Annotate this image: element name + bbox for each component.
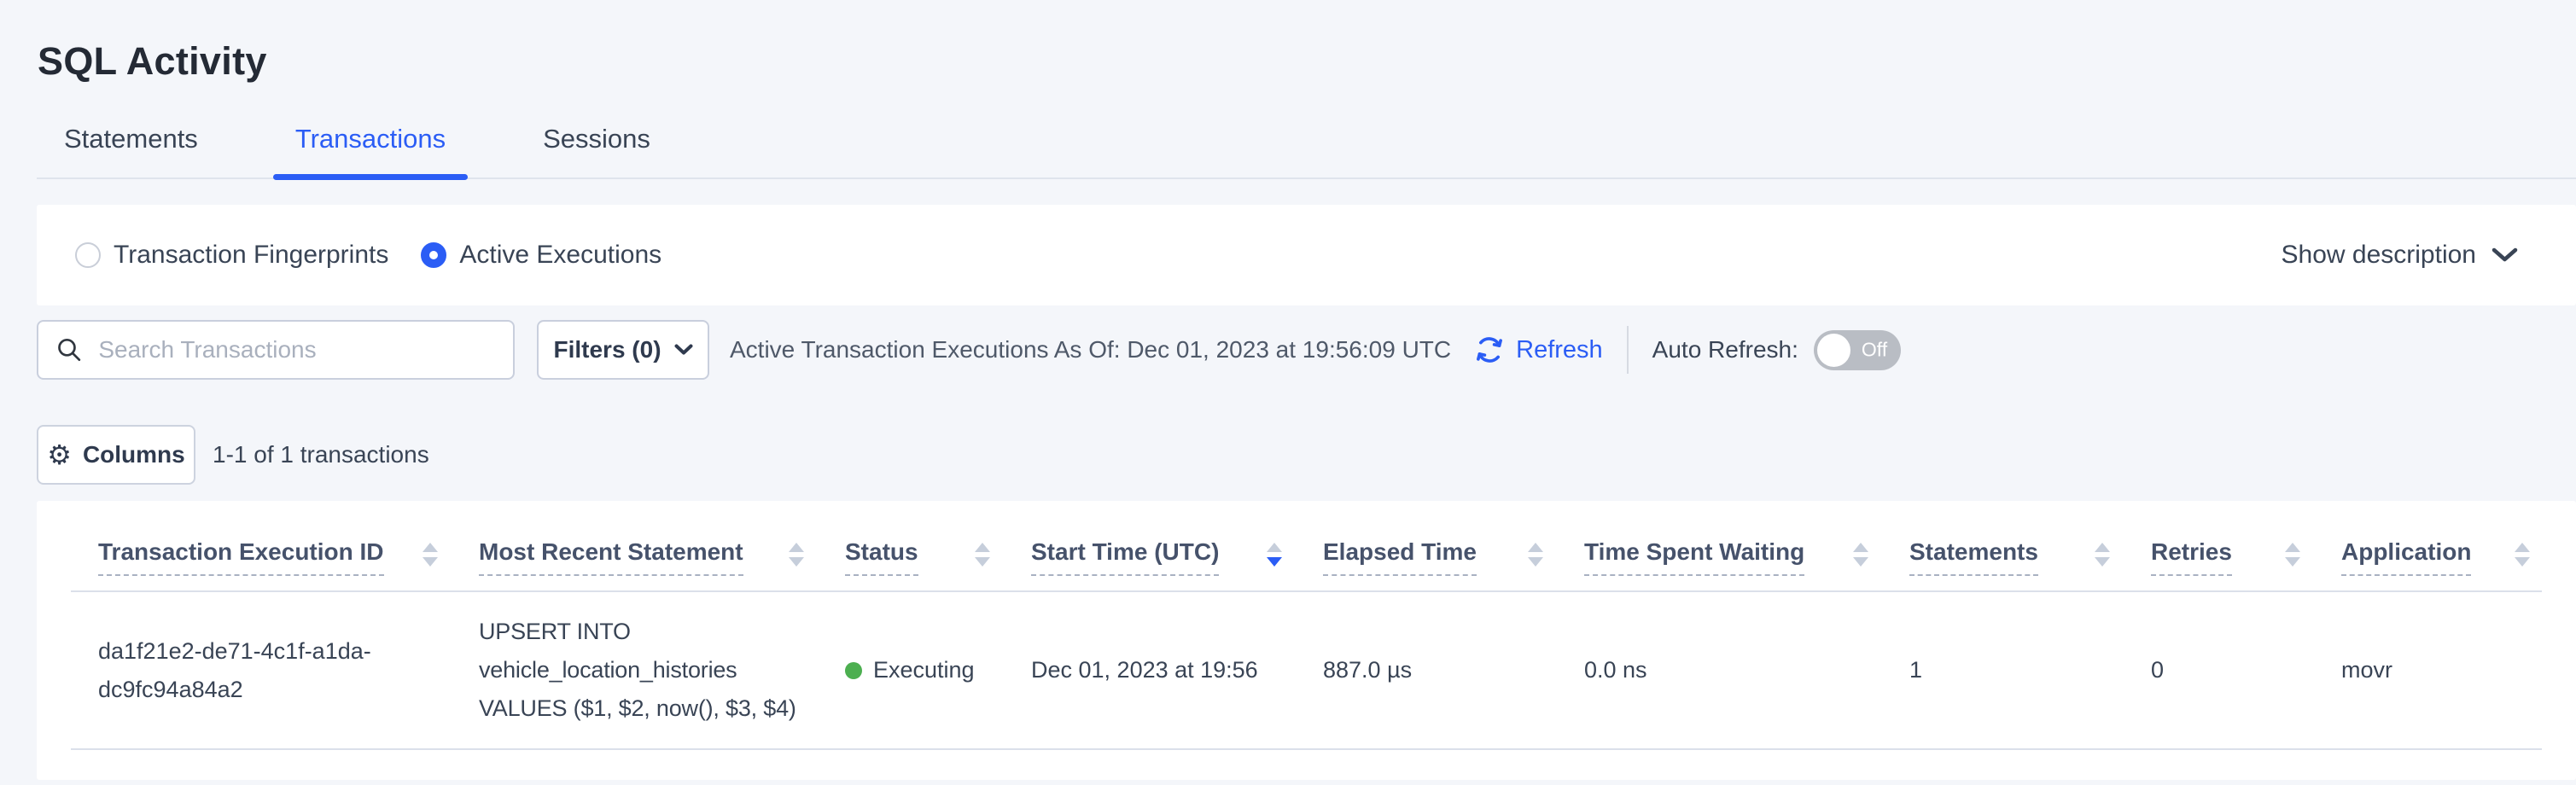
auto-refresh-label: Auto Refresh:: [1652, 336, 1798, 363]
chevron-down-icon: [2491, 247, 2518, 263]
toolbar-divider: [1627, 326, 1629, 374]
radio-label: Active Executions: [459, 241, 661, 270]
search-input[interactable]: [96, 335, 496, 364]
sort-arrows[interactable]: [423, 543, 438, 567]
search-icon: [55, 334, 83, 365]
as-of-timestamp: Active Transaction Executions As Of: Dec…: [730, 336, 1451, 363]
sort-desc-icon[interactable]: [1528, 557, 1543, 567]
tab-statements[interactable]: Statements: [42, 124, 220, 177]
cell-transaction-execution-id[interactable]: da1f21e2-de71-4c1f-a1da-dc9fc94a84a2: [98, 632, 479, 709]
table-row[interactable]: da1f21e2-de71-4c1f-a1da-dc9fc94a84a2 UPS…: [71, 592, 2542, 750]
auto-refresh-toggle[interactable]: Off: [1814, 330, 1901, 370]
sort-arrows[interactable]: [789, 543, 804, 567]
toolbar: Filters (0) Active Transaction Execution…: [37, 320, 2539, 380]
tab-sessions[interactable]: Sessions: [521, 124, 673, 177]
sort-desc-icon[interactable]: [423, 557, 438, 567]
table-controls: ⚙ Columns 1-1 of 1 transactions: [37, 425, 429, 485]
radio-unselected-icon[interactable]: [75, 242, 101, 268]
sort-arrows[interactable]: [1853, 543, 1868, 567]
sort-asc-icon[interactable]: [1853, 543, 1868, 552]
results-count: 1-1 of 1 transactions: [213, 441, 429, 468]
cell-elapsed-time: 887.0 µs: [1323, 651, 1584, 689]
cell-statements: 1: [1909, 651, 2151, 689]
sort-desc-icon[interactable]: [2515, 557, 2530, 567]
sort-asc-icon[interactable]: [2095, 543, 2110, 552]
transactions-table: Transaction Execution ID Most Recent Sta…: [37, 501, 2576, 780]
column-header-most-recent-statement[interactable]: Most Recent Statement: [479, 538, 845, 590]
table-inner: Transaction Execution ID Most Recent Sta…: [71, 501, 2542, 750]
cell-start-time: Dec 01, 2023 at 19:56: [1031, 651, 1323, 689]
cell-retries: 0: [2151, 651, 2341, 689]
cell-time-spent-waiting: 0.0 ns: [1584, 651, 1909, 689]
column-header-retries[interactable]: Retries: [2151, 538, 2341, 590]
cell-most-recent-statement: UPSERT INTO vehicle_location_histories V…: [479, 613, 845, 728]
table-header-row: Transaction Execution ID Most Recent Sta…: [71, 501, 2542, 592]
sort-desc-icon[interactable]: [1853, 557, 1868, 567]
columns-button-label: Columns: [83, 441, 185, 468]
sort-desc-icon[interactable]: [789, 557, 804, 567]
view-mode-card: Transaction Fingerprints Active Executio…: [37, 205, 2576, 305]
column-header-time-spent-waiting[interactable]: Time Spent Waiting: [1584, 538, 1909, 590]
sort-asc-icon[interactable]: [2515, 543, 2530, 552]
page-title: SQL Activity: [38, 39, 267, 84]
sort-arrows[interactable]: [1528, 543, 1543, 567]
sort-asc-icon[interactable]: [975, 543, 990, 552]
sort-arrows[interactable]: [975, 543, 990, 567]
sort-desc-icon[interactable]: [2095, 557, 2110, 567]
tab-transactions[interactable]: Transactions: [273, 124, 468, 177]
status-executing-dot-icon: [845, 662, 862, 679]
sort-asc-icon[interactable]: [1528, 543, 1543, 552]
sort-arrows[interactable]: [1267, 543, 1282, 567]
radio-selected-icon[interactable]: [421, 242, 446, 268]
chevron-down-icon: [674, 344, 693, 356]
sort-asc-icon[interactable]: [1267, 543, 1282, 552]
search-box[interactable]: [37, 320, 515, 380]
refresh-icon: [1472, 332, 1507, 368]
sort-arrows[interactable]: [2515, 543, 2530, 567]
refresh-button[interactable]: Refresh: [1472, 332, 1603, 368]
toggle-state-label: Off: [1862, 339, 1887, 362]
sort-arrows[interactable]: [2095, 543, 2110, 567]
column-header-transaction-execution-id[interactable]: Transaction Execution ID: [98, 538, 479, 590]
sort-desc-icon[interactable]: [975, 557, 990, 567]
status-label: Executing: [873, 651, 975, 689]
sort-asc-icon[interactable]: [423, 543, 438, 552]
radio-label: Transaction Fingerprints: [114, 241, 388, 270]
filters-label: Filters (0): [553, 336, 661, 363]
sort-asc-icon[interactable]: [789, 543, 804, 552]
filters-button[interactable]: Filters (0): [537, 320, 709, 380]
cell-status: Executing: [845, 651, 1031, 689]
column-header-status[interactable]: Status: [845, 538, 1031, 590]
radio-transaction-fingerprints[interactable]: Transaction Fingerprints: [75, 241, 388, 270]
column-header-application[interactable]: Application: [2341, 538, 2542, 590]
sort-arrows[interactable]: [2285, 543, 2300, 567]
sort-desc-icon[interactable]: [1267, 557, 1282, 567]
show-description-label: Show description: [2282, 241, 2476, 270]
column-header-elapsed-time[interactable]: Elapsed Time: [1323, 538, 1584, 590]
radio-active-executions[interactable]: Active Executions: [421, 241, 661, 270]
refresh-label: Refresh: [1516, 336, 1603, 364]
columns-button[interactable]: ⚙ Columns: [37, 425, 195, 485]
column-header-start-time[interactable]: Start Time (UTC): [1031, 538, 1323, 590]
gear-icon: ⚙: [47, 441, 72, 468]
sort-desc-icon[interactable]: [2285, 557, 2300, 567]
tab-bar: Statements Transactions Sessions: [37, 109, 2576, 179]
cell-application: movr: [2341, 651, 2542, 689]
sort-asc-icon[interactable]: [2285, 543, 2300, 552]
show-description-toggle[interactable]: Show description: [2282, 241, 2518, 270]
column-header-statements[interactable]: Statements: [1909, 538, 2151, 590]
toggle-knob: [1817, 334, 1850, 367]
